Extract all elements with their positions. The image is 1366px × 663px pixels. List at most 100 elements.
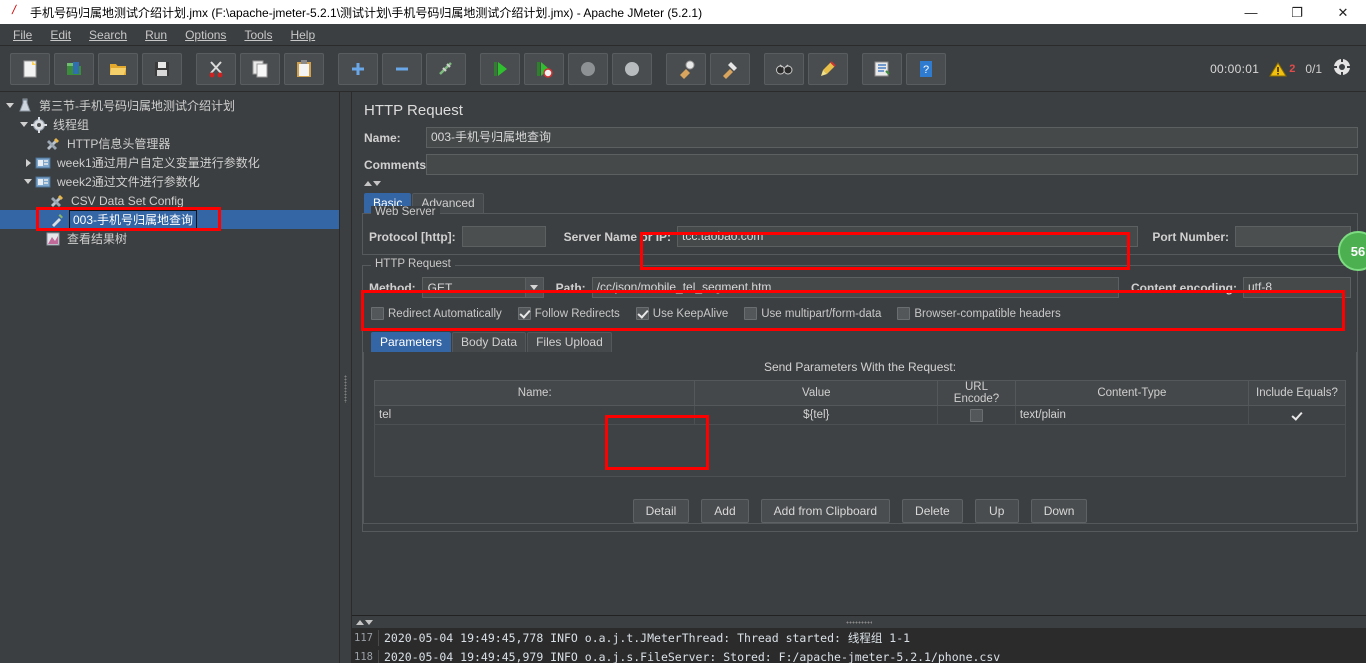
column-header-content-type[interactable]: Content-Type (1014, 380, 1249, 406)
chevron-down-icon[interactable] (22, 172, 34, 191)
log-collapse-toggle[interactable] (352, 619, 373, 625)
port-number-input[interactable] (1235, 226, 1351, 247)
start-no-timers-icon[interactable] (524, 52, 564, 85)
tree-node-csv-data-set-config[interactable]: CSV Data Set Config (0, 191, 339, 210)
path-input[interactable]: /cc/json/mobile_tel_segment.htm (591, 277, 1120, 298)
menu-help[interactable]: Help (281, 26, 324, 44)
menu-edit[interactable]: Edit (41, 26, 80, 44)
clear-icon[interactable] (666, 52, 706, 85)
basic-advanced-tabs: Basic Advanced (352, 193, 1366, 213)
menu-options[interactable]: Options (176, 26, 235, 44)
option-use-keepalive[interactable]: Use KeepAlive (635, 307, 728, 320)
name-input[interactable]: 003-手机号归属地查询 (426, 127, 1358, 148)
test-plan-icon (16, 97, 34, 114)
start-icon[interactable] (480, 52, 520, 85)
column-header-url-encode[interactable]: URL Encode? (937, 380, 1016, 406)
collapse-all-icon[interactable] (382, 52, 422, 85)
option-browser-compatible-headers[interactable]: Browser-compatible headers (897, 307, 1061, 320)
controller-icon (34, 173, 52, 190)
thread-ratio: 0/1 (1305, 61, 1322, 76)
paste-icon[interactable] (284, 52, 324, 85)
cell-include-equals[interactable] (1247, 405, 1347, 425)
help-icon[interactable]: ? (906, 52, 946, 85)
checkbox[interactable] (970, 408, 983, 422)
method-select[interactable]: GET (421, 277, 544, 298)
log-splitter[interactable] (352, 616, 1366, 628)
checkbox[interactable] (517, 307, 531, 320)
log-output[interactable]: 117 2020-05-04 19:49:45,778 INFO o.a.j.t… (352, 628, 1366, 663)
log-line-text: 2020-05-04 19:49:45,778 INFO o.a.j.t.JMe… (378, 629, 1366, 646)
add-from-clipboard-button[interactable]: Add from Clipboard (760, 499, 891, 523)
cell-value[interactable]: ${tel} (694, 405, 939, 425)
chevron-down-icon[interactable] (524, 278, 543, 297)
option-label: Use multipart/form-data (761, 307, 882, 320)
detail-button[interactable]: Detail (632, 499, 690, 523)
toggle-icon[interactable] (426, 52, 466, 85)
option-use-multipart-form-data[interactable]: Use multipart/form-data (744, 307, 881, 320)
templates-icon[interactable] (54, 52, 94, 85)
search-icon[interactable] (764, 52, 804, 85)
checkbox[interactable] (897, 307, 911, 320)
collapse-toggle[interactable] (352, 177, 1366, 189)
panel-splitter[interactable] (340, 92, 352, 663)
save-icon[interactable] (142, 52, 182, 85)
tree-node-thread-group[interactable]: 线程组 (0, 115, 339, 134)
down-button[interactable]: Down (1030, 499, 1088, 523)
table-empty-area[interactable] (374, 425, 1346, 477)
minimize-button[interactable]: — (1228, 0, 1274, 24)
settings-icon[interactable] (1332, 57, 1352, 80)
tab-parameters[interactable]: Parameters (371, 332, 452, 352)
checkbox[interactable] (1290, 409, 1303, 422)
menu-tools[interactable]: Tools (235, 26, 281, 44)
server-name-input[interactable]: tcc.taobao.com (677, 226, 1139, 247)
option-redirect-automatically[interactable]: Redirect Automatically (371, 307, 502, 320)
log-console: 117 2020-05-04 19:49:45,778 INFO o.a.j.t… (352, 615, 1366, 663)
chevron-right-icon[interactable] (22, 153, 34, 172)
chevron-down-icon[interactable] (4, 96, 16, 115)
clear-all-icon[interactable] (710, 52, 750, 85)
content-encoding-input[interactable]: utf-8 (1243, 277, 1351, 298)
menu-file[interactable]: File (4, 26, 41, 44)
tree-node-view-results-tree[interactable]: 查看结果树 (0, 229, 339, 248)
tree-node-http-sampler[interactable]: 003-手机号归属地查询 (0, 210, 339, 229)
expand-all-icon[interactable] (338, 52, 378, 85)
chevron-down-icon[interactable] (18, 115, 30, 134)
menu-search[interactable]: Search (80, 26, 136, 44)
menu-run[interactable]: Run (136, 26, 176, 44)
protocol-input[interactable] (461, 226, 546, 247)
add-button[interactable]: Add (701, 499, 749, 523)
column-header-name[interactable]: Name: (373, 380, 696, 406)
column-header-include-equals[interactable]: Include Equals? (1247, 380, 1347, 406)
new-icon[interactable] (10, 52, 50, 85)
maximize-button[interactable]: ❐ (1274, 0, 1320, 24)
warning-indicator[interactable]: 2 (1269, 61, 1295, 77)
checkbox[interactable] (635, 307, 649, 320)
tab-body-data[interactable]: Body Data (452, 332, 527, 352)
copy-icon[interactable] (240, 52, 280, 85)
cell-content-type[interactable]: text/plain (1014, 405, 1249, 425)
close-button[interactable]: ✕ (1320, 0, 1366, 24)
cell-name[interactable]: tel (373, 405, 696, 425)
option-follow-redirects[interactable]: Follow Redirects (517, 307, 620, 320)
checkbox[interactable] (371, 307, 384, 320)
tree-node-test-plan[interactable]: 第三节-手机号码归属地测试介绍计划 (0, 96, 339, 115)
test-plan-tree[interactable]: 第三节-手机号码归属地测试介绍计划 线程组 HTTP信息头管理器 week1通过… (0, 92, 340, 663)
comments-input[interactable] (426, 154, 1358, 175)
search-reset-icon[interactable] (808, 52, 848, 85)
cut-icon[interactable] (196, 52, 236, 85)
shutdown-icon[interactable] (612, 52, 652, 85)
column-header-value[interactable]: Value (694, 380, 939, 406)
checkbox[interactable] (744, 307, 758, 320)
function-helper-icon[interactable] (862, 52, 902, 85)
stop-icon[interactable] (568, 52, 608, 85)
up-button[interactable]: Up (974, 499, 1019, 523)
tree-node-header-manager[interactable]: HTTP信息头管理器 (0, 134, 339, 153)
option-label: Follow Redirects (534, 307, 620, 320)
cell-url-encode[interactable] (937, 405, 1016, 425)
tree-node-week2[interactable]: week2通过文件进行参数化 (0, 172, 339, 191)
open-icon[interactable] (98, 52, 138, 85)
tree-node-week1[interactable]: week1通过用户自定义变量进行参数化 (0, 153, 339, 172)
tab-files-upload[interactable]: Files Upload (527, 332, 612, 352)
table-row[interactable]: tel ${tel} text/plain (373, 405, 1347, 425)
delete-button[interactable]: Delete (902, 499, 963, 523)
